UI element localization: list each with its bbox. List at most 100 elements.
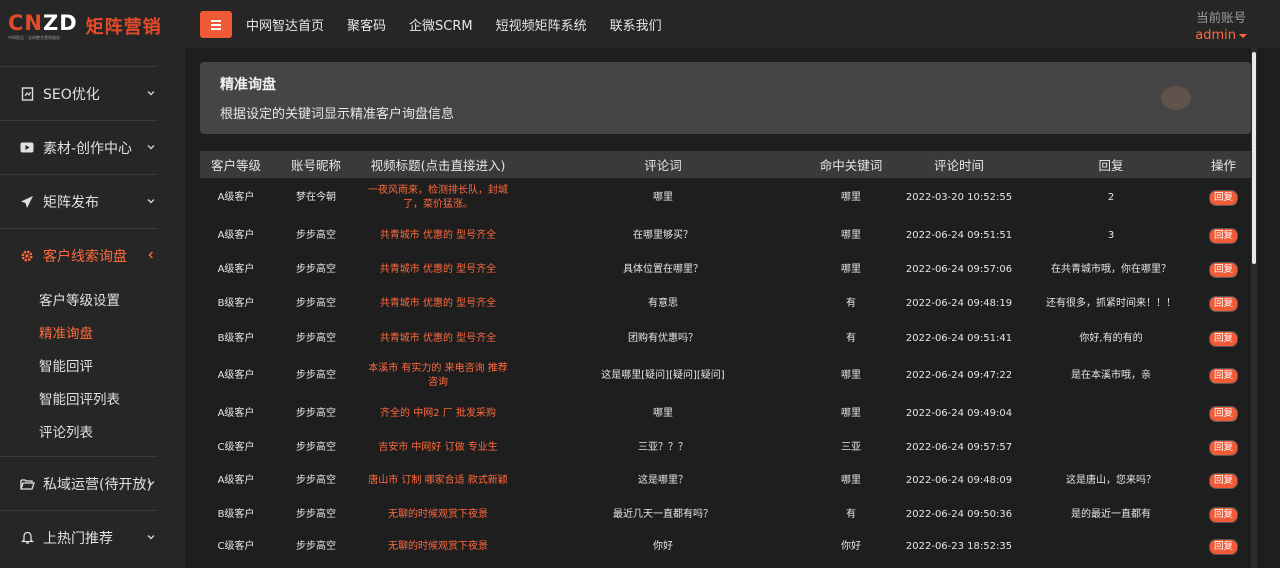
- cell-nickname: 梦在今朝: [296, 192, 336, 203]
- account-user[interactable]: admin: [1195, 28, 1247, 43]
- cell-time: 2022-06-24 09:51:51: [905, 230, 1013, 241]
- cell-time: 2022-03-20 10:52:55: [905, 192, 1013, 203]
- cell-keyword: 哪里: [841, 230, 861, 241]
- sidebar-item-hot-recommend[interactable]: 上热门推荐: [0, 511, 185, 564]
- cell-nickname: 步步高空: [296, 407, 336, 419]
- cell-action: 回复: [1196, 286, 1251, 321]
- cell-action: 回复: [1196, 321, 1251, 356]
- cell-video-title[interactable]: 齐全的 中网2 厂 批发采购: [360, 396, 516, 431]
- cell-keyword: 有: [846, 509, 856, 520]
- cell-reply: 3: [1107, 230, 1115, 241]
- reply-button[interactable]: 回复: [1209, 406, 1237, 421]
- cell-video-title[interactable]: 一夜风雨来，检测排长队，封城了，菜价猛涨。: [360, 178, 516, 218]
- cell-video-title[interactable]: 共青城市 优惠的 型号齐全: [360, 321, 516, 356]
- page-description: 根据设定的关键词显示精准客户询盘信息: [220, 107, 455, 122]
- reply-button[interactable]: 回复: [1209, 508, 1237, 522]
- cell-reply: 2: [1107, 192, 1115, 203]
- cell-keyword: 你好: [841, 541, 861, 552]
- scrollbar-thumb[interactable]: [1252, 52, 1256, 264]
- cell-comment: 最近几天一直都有吗？: [613, 509, 713, 520]
- cell-nickname: 步步高空: [296, 230, 336, 241]
- cell-video-title[interactable]: 唐山市 订制 哪家合适 款式新颖: [360, 464, 516, 498]
- cell-video-title[interactable]: 本溪市 有实力的 来电咨询 推荐咨询: [360, 356, 516, 396]
- sidebar-item-matrix-publish[interactable]: 矩阵发布: [0, 175, 185, 228]
- table-row: B级客户 步步高空 共青城市 优惠的 型号齐全 有意思 有 2022-06-24 09:4…: [200, 286, 1251, 321]
- logo-subtitle: 中网智达｜全网整合营销服务: [8, 34, 60, 40]
- cell-time: 2022-06-24 09:48:09: [905, 475, 1013, 486]
- cell-video-title[interactable]: 无聊的时候观赏下夜景: [360, 532, 516, 562]
- send-icon: [19, 194, 35, 210]
- reply-button[interactable]: 回复: [1209, 540, 1237, 554]
- sidebar-subitem-comment-list[interactable]: 评论列表: [0, 414, 185, 447]
- reply-button[interactable]: 回复: [1209, 474, 1237, 488]
- cell-action: 回复: [1196, 532, 1251, 562]
- sidebar-item-private-domain[interactable]: 私域运营(待开放): [0, 457, 185, 510]
- cell-comment: 有意思: [648, 297, 678, 309]
- table-row: B级客户 步步高空 共青城市 优惠的 型号齐全 团购有优惠吗？ 有 2022-06-24 …: [200, 321, 1251, 356]
- cell-action: 回复: [1196, 356, 1251, 396]
- cell-time: 2022-06-23 18:52:35: [905, 541, 1013, 552]
- cell-level: C级客户: [217, 541, 255, 552]
- cell-time: 2022-06-24 09:49:04: [905, 407, 1013, 419]
- logo-mark-box: CNZD 中网智达｜全网整合营销服务: [8, 12, 78, 41]
- cell-video-title[interactable]: 无聊的时候观赏下夜景: [360, 498, 516, 532]
- cell-level: A级客户: [217, 230, 255, 241]
- cell-reply: [1026, 532, 1196, 562]
- cell-nickname: 步步高空: [296, 441, 336, 453]
- cell-nickname: 步步高空: [296, 370, 336, 381]
- cell-nickname: 步步高空: [296, 264, 336, 275]
- hamburger-icon: [211, 24, 221, 26]
- chevron-down-icon: [145, 196, 157, 208]
- reply-button[interactable]: 回复: [1209, 331, 1237, 346]
- table-row: A级客户 步步高空 齐全的 中网2 厂 批发采购 哪里 哪里 2022-06-24 09:…: [200, 396, 1251, 431]
- menu-toggle-button[interactable]: [200, 11, 232, 38]
- sidebar-item-customer-leads[interactable]: 客户线索询盘: [0, 229, 185, 282]
- cell-comment: 哪里: [653, 192, 673, 203]
- cell-level: B级客户: [217, 332, 255, 344]
- top-nav-contact[interactable]: 联系我们: [610, 15, 662, 34]
- cell-reply: 这是唐山，您来吗？: [1066, 475, 1156, 486]
- account-menu[interactable]: 当前账号 admin: [1195, 7, 1247, 43]
- logo-mark: CNZD: [8, 12, 78, 34]
- reply-button[interactable]: 回复: [1209, 263, 1237, 277]
- reply-button[interactable]: 回复: [1209, 440, 1237, 455]
- sidebar-subitem-smart-reply[interactable]: 智能回评: [0, 348, 185, 381]
- top-nav-scrm[interactable]: 企微SCRM: [409, 15, 473, 34]
- cell-video-title[interactable]: 吉安市 中网好 订做 专业生: [360, 431, 516, 464]
- reply-button[interactable]: 回复: [1209, 296, 1237, 311]
- cell-comment: 哪里: [653, 407, 673, 419]
- cell-video-title[interactable]: 共青城市 优惠的 型号齐全: [360, 218, 516, 254]
- table-body: A级客户 梦在今朝 一夜风雨来，检测排长队，封城了，菜价猛涨。 哪里 哪里 2022-03…: [200, 178, 1251, 562]
- cell-time: 2022-06-24 09:51:41: [905, 332, 1013, 344]
- cell-video-title[interactable]: 共青城市 优惠的 型号齐全: [360, 286, 516, 321]
- sidebar-item-label: 上热门推荐: [43, 530, 113, 547]
- sidebar-item-materials[interactable]: 素材-创作中心: [0, 121, 185, 174]
- sidebar-subitem-smart-reply-list[interactable]: 智能回评列表: [0, 381, 185, 414]
- cell-video-title[interactable]: 共青城市 优惠的 型号齐全: [360, 254, 516, 286]
- cell-keyword: 哪里: [841, 192, 861, 203]
- col-header-comment: 评论词: [644, 158, 682, 173]
- cell-comment: 三亚？？？: [638, 441, 688, 453]
- cell-keyword: 哪里: [841, 264, 861, 275]
- account-username: admin: [1195, 28, 1236, 43]
- top-nav-home[interactable]: 中网智达首页: [246, 15, 324, 34]
- top-nav-video-matrix[interactable]: 短视频矩阵系统: [496, 15, 587, 34]
- account-label: 当前账号: [1196, 10, 1247, 25]
- sidebar-item-label: 矩阵发布: [43, 194, 99, 211]
- sidebar-item-label: 素材-创作中心: [43, 140, 133, 157]
- sidebar-item-label: 私域运营(待开放): [43, 476, 152, 493]
- cell-action: 回复: [1196, 178, 1251, 218]
- reply-button[interactable]: 回复: [1209, 369, 1237, 383]
- col-header-video-title: 视频标题(点击直接进入): [370, 158, 506, 173]
- sidebar-subitem-precise-inquiry[interactable]: 精准询盘: [0, 315, 185, 348]
- seo-doc-icon: [19, 86, 35, 102]
- reply-button[interactable]: 回复: [1209, 191, 1237, 205]
- sidebar-subitem-customer-level[interactable]: 客户等级设置: [0, 282, 185, 315]
- sidebar-item-seo[interactable]: SEO优化: [0, 67, 185, 120]
- top-nav-juke-code[interactable]: 聚客码: [347, 15, 386, 34]
- cell-time: 2022-06-24 09:47:22: [905, 370, 1013, 381]
- table-row: C级客户 步步高空 无聊的时候观赏下夜景 你好 你好 2022-06-23 18:52:3…: [200, 532, 1251, 562]
- brand-logo[interactable]: CNZD 中网智达｜全网整合营销服务 矩阵营销: [0, 0, 185, 52]
- cell-action: 回复: [1196, 254, 1251, 286]
- reply-button[interactable]: 回复: [1209, 229, 1237, 243]
